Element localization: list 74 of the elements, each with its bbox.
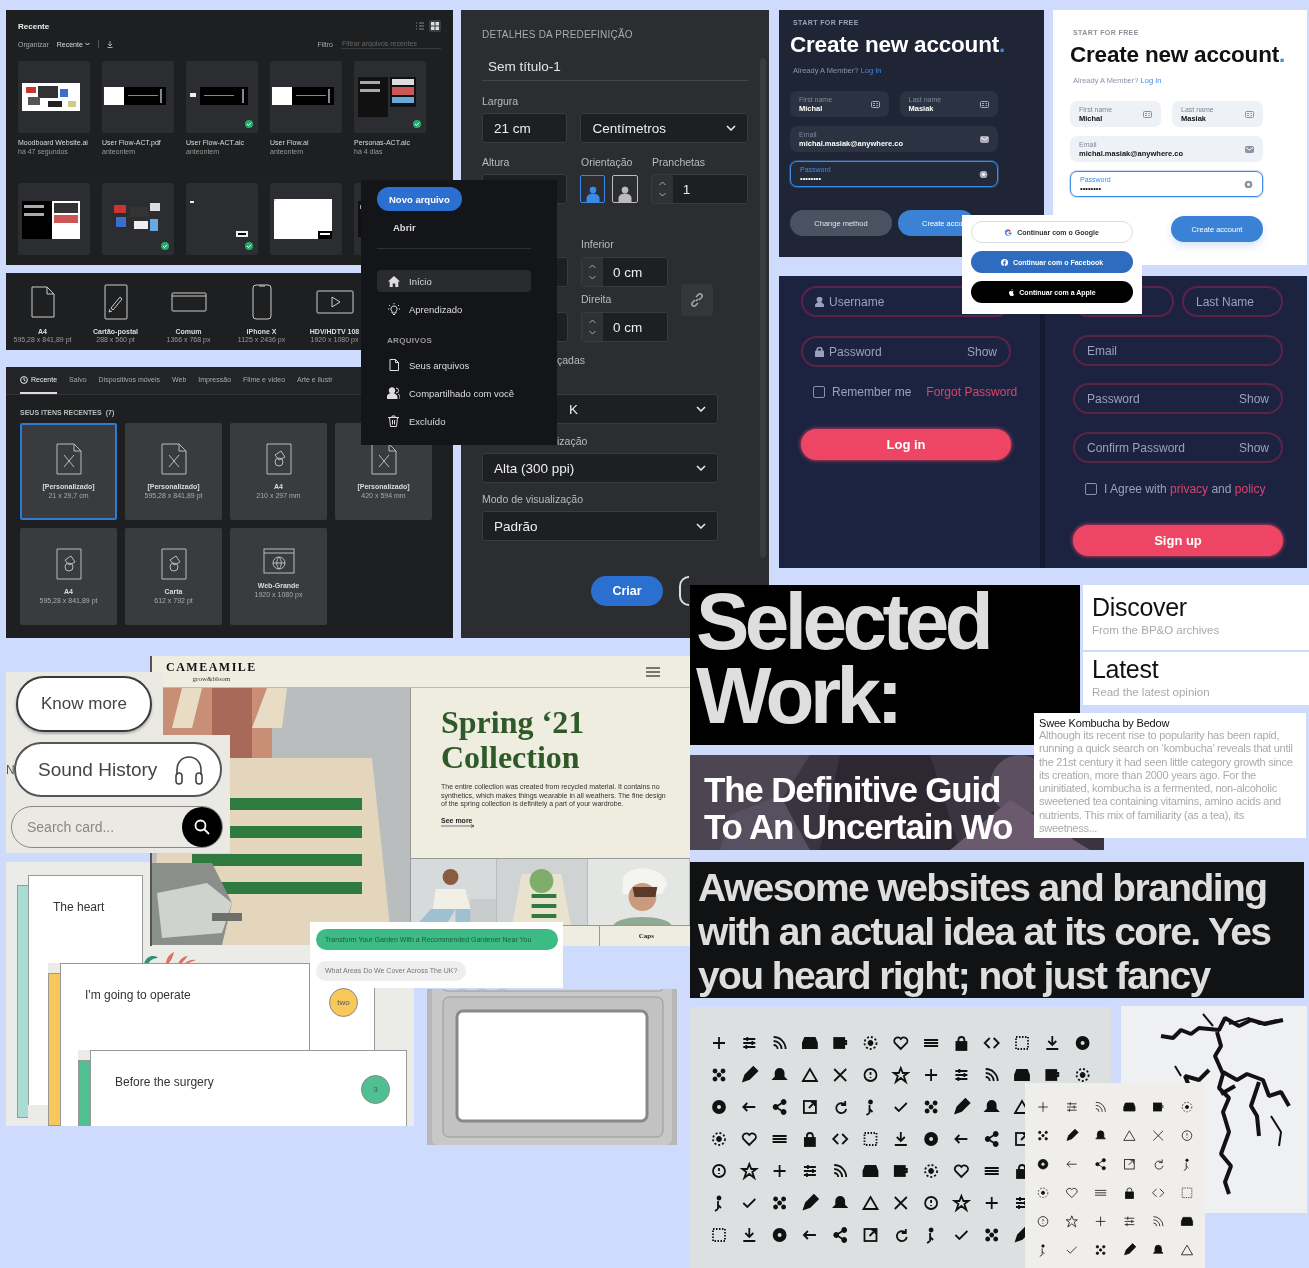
show-password-toggle[interactable]: Show [966,344,997,359]
width-field[interactable]: 21 cm [482,113,568,143]
email-field[interactable]: Email [1073,335,1283,366]
menu-item[interactable]: Início [377,270,531,292]
placeholder-text: Confirm Password [1087,440,1186,455]
sign-up-button[interactable]: Sign up [1073,525,1283,556]
nav-card-subtitle: From the BP&O archives [1092,624,1221,636]
cut-text: N [6,762,14,777]
menu-item[interactable]: Seus arquivos [377,354,531,376]
nav-card[interactable]: Discover From the BP&O archives [1083,585,1309,650]
card-text: I'm going to operate [85,988,191,1002]
placeholder-text: Username [829,294,885,309]
placeholder-text: Last Name [1196,294,1255,309]
show-password-toggle[interactable]: Show [1238,391,1269,406]
menu-item[interactable]: Aprendizado [377,298,531,320]
headline-line: Work: [696,659,899,733]
nav-card-title: Discover [1092,593,1188,622]
preset-name-field[interactable]: Sem título-1 [482,53,748,81]
create-button[interactable]: Criar [591,576,663,606]
last-name-field[interactable]: Last Name [1182,286,1283,317]
card-text: The heart [53,900,105,914]
step-card[interactable]: The heart [28,875,143,963]
step-card[interactable]: I'm going to operate [60,963,310,1050]
form-title: Create new account. [790,32,1007,58]
field-label: Inferior [581,238,615,250]
confirm-password-field[interactable]: Confirm Password Show [1073,432,1283,463]
password-field[interactable]: Password Show [1073,383,1283,414]
field-label: Largura [482,95,520,107]
placeholder-text: Password [829,344,882,359]
step-card[interactable]: Before the surgery 3 [90,1050,407,1126]
step-badge: two [329,988,358,1017]
artboards-stepper[interactable]: 1 [650,174,748,204]
password-field[interactable]: Password Show [801,336,1011,367]
know-more-button[interactable]: Know more [16,676,152,732]
field-label: Modo de visualização [482,493,584,505]
preview-dropdown[interactable]: Padrão [482,511,718,541]
units-dropdown[interactable]: Centímetros [580,113,748,143]
agreement-text: I Agree with privacy and policy [1104,482,1266,496]
tagline-text: Awesome websites and branding with an actual idea at its core. Yes you heard right; not just fancy [698,866,1272,998]
card-text: Before the surgery [115,1075,214,1089]
collection-title: Spring ‘21 Collection [441,705,586,775]
nav-card[interactable]: Latest Read the latest opinion [1083,652,1309,705]
section-label: çadas [557,354,587,366]
bottom-stepper[interactable]: 0 cm [581,257,668,287]
right-stepper[interactable]: 0 cm [581,312,668,342]
brand-logo[interactable]: CAMEAMILE [166,660,257,675]
nav-card-subtitle: Read the latest opinion [1092,686,1211,698]
field-label: Direita [581,293,613,305]
article-excerpt: Although its recent rise to popularity has been rapid, running a quick search on ‘kombucha’ reveals that until the 21st century it had seen little category growth since its creation, more than 2000 years ago. For the uninitiated, kombucha is a fermented, non-alcoholic sweetened tea containing vitamins, amino acids and nutrients. This mix of familiarity (as a tea), its sweetness... [1039,729,1294,836]
privacy-link[interactable]: privacy [1170,482,1209,496]
checkbox-label: Remember me [832,385,912,399]
show-password-toggle[interactable]: Show [1238,440,1269,455]
section-heading: ARQUIVOS [386,336,434,346]
field-label: Orientação [581,156,634,168]
headline-line: To An Uncertain Wo [704,808,1013,845]
step-badge: 3 [361,1075,390,1104]
field-label: Pranchetas [652,156,706,168]
raster-dropdown[interactable]: Alta (300 ppi) [482,453,718,483]
panel-title: Recente [18,21,50,31]
form-title: Create new account. [1070,42,1287,68]
article-title: Swee Kombucha by Bedow [1039,717,1171,729]
headline-line: Selected [696,585,990,659]
field-label: ização [557,435,589,447]
login-button[interactable]: Log in [801,429,1011,460]
placeholder-text: Email [1087,343,1117,358]
policy-link[interactable]: policy [1234,482,1266,496]
new-file-button[interactable]: Novo arquivo [377,187,462,211]
headline-line: The Definitive Guid [704,771,1001,808]
forgot-password-link[interactable]: Forgot Password [926,385,1018,399]
section-heading: DETALHES DA PREDEFINIÇÃO [482,29,634,41]
placeholder-text: Password [1087,391,1140,406]
nav-card-title: Latest [1092,655,1160,684]
open-link[interactable]: Abrir [393,222,416,236]
field-label: Altura [482,156,511,168]
